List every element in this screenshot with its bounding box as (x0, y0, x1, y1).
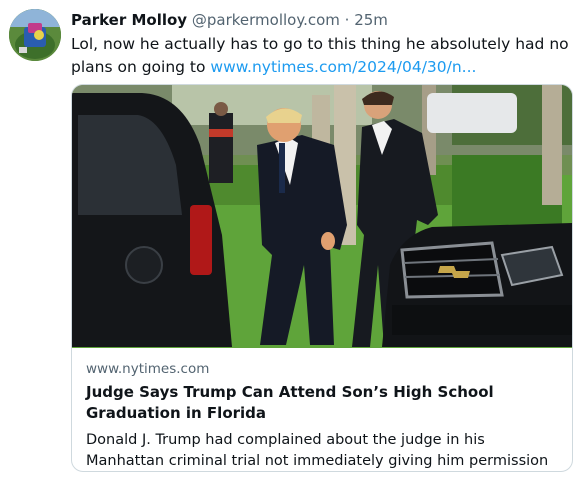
separator-dot: · (344, 11, 350, 29)
author-handle[interactable]: @parkermolloy.com (192, 11, 340, 29)
card-meta: www.nytimes.com Judge Says Trump Can Att… (86, 360, 560, 471)
post-header: Parker Molloy @parkermolloy.com · 25m (71, 9, 576, 31)
link-card[interactable]: www.nytimes.com Judge Says Trump Can Att… (71, 84, 573, 472)
timestamp[interactable]: 25m (354, 11, 388, 29)
card-photo (72, 85, 572, 348)
card-domain: www.nytimes.com (86, 361, 210, 377)
post[interactable]: Parker Molloy @parkermolloy.com · 25m Lo… (0, 0, 584, 487)
card-description: Donald J. Trump had complained about the… (86, 432, 549, 469)
avatar-image (9, 9, 61, 61)
post-text: Lol, now he actually has to go to this t… (71, 33, 571, 79)
card-image[interactable] (72, 85, 572, 348)
avatar[interactable] (9, 9, 61, 61)
post-link[interactable]: www.nytimes.com/2024/04/30/n... (210, 58, 476, 76)
author-name[interactable]: Parker Molloy (71, 11, 187, 29)
card-title[interactable]: Judge Says Trump Can Attend Son’s High S… (86, 382, 560, 424)
